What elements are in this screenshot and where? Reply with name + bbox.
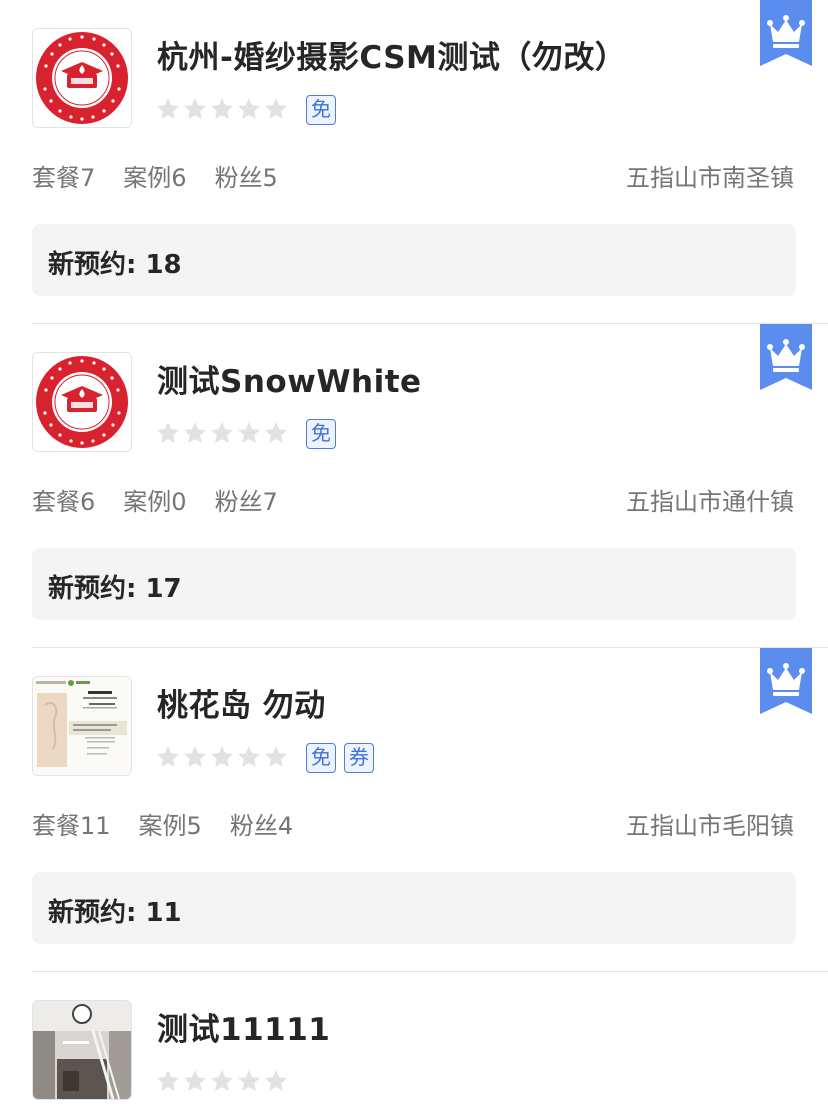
new-booking-box[interactable]: 新预约: 11 [32,872,796,944]
rating-stars [155,420,289,448]
tag-free: 免 [306,743,336,773]
store-location: 五指山市南圣镇 [626,164,794,192]
tag-free: 免 [306,95,336,125]
new-booking-box[interactable]: 新预约: 17 [32,548,796,620]
stat-cases: 案例0 [123,488,187,516]
tag-coupon: 券 [344,743,374,773]
crown-icon [760,648,812,714]
star-icon [157,422,179,443]
rhino-college-logo-icon [36,32,128,124]
store-stats: 套餐7 案例6 粉丝5 [32,158,278,193]
new-booking-count: 新预约: 17 [48,574,182,604]
stat-package: 套餐11 [32,812,111,840]
star-icon [157,98,179,119]
new-booking-count: 新预约: 11 [48,898,182,928]
star-icon [265,1070,287,1091]
rating-stars [155,96,289,124]
star-icon [238,422,260,443]
tag-group: 免 [306,95,336,125]
store-logo [32,352,132,452]
store-card[interactable]: 桃花岛 勿动 免 券 套餐11 案例5 粉丝4 五指山市毛阳镇 新预约: 11 [0,648,828,972]
store-stats: 套餐11 案例5 粉丝4 [32,806,293,841]
star-icon [184,746,206,767]
star-icon [211,422,233,443]
store-name[interactable]: 测试11111 [157,1004,330,1049]
new-booking-count: 新预约: 18 [48,250,182,280]
crown-icon [760,324,812,390]
crown-icon [760,0,812,66]
rating-stars [155,744,289,772]
store-location: 五指山市通什镇 [626,488,794,516]
tag-free: 免 [306,419,336,449]
store-name[interactable]: 测试SnowWhite [157,356,422,401]
new-booking-box[interactable]: 新预约: 18 [32,224,796,296]
store-card[interactable]: 测试SnowWhite 免 套餐6 案例0 粉丝7 五指山市通什镇 新预约: 1… [0,324,828,648]
star-icon [211,746,233,767]
star-icon [238,98,260,119]
stat-cases: 案例5 [138,812,202,840]
store-name[interactable]: 杭州-婚纱摄影CSM测试（勿改） [157,32,626,77]
tag-group: 免 券 [306,743,374,773]
stat-fans: 粉丝7 [214,488,278,516]
store-location: 五指山市毛阳镇 [626,812,794,840]
wedding-service-card-logo-icon [33,677,131,775]
star-icon [265,422,287,443]
store-logo [32,676,132,776]
stat-cases: 案例6 [123,164,187,192]
star-icon [238,1070,260,1091]
store-logo [32,1000,132,1100]
store-name[interactable]: 桃花岛 勿动 [157,680,326,725]
store-logo [32,28,132,128]
store-card[interactable]: 杭州-婚纱摄影CSM测试（勿改） 免 套餐7 案例6 粉丝5 五指山市南圣镇 新… [0,0,828,324]
stat-package: 套餐7 [32,164,96,192]
stat-fans: 粉丝4 [229,812,294,840]
star-icon [184,422,206,443]
star-icon [184,98,206,119]
star-icon [265,98,287,119]
star-icon [157,746,179,767]
star-icon [265,746,287,767]
interior-photo-logo-icon [33,1001,131,1099]
star-icon [211,1070,233,1091]
rating-stars [155,1068,289,1096]
store-stats: 套餐6 案例0 粉丝7 [32,482,278,517]
tag-group: 免 [306,419,336,449]
star-icon [238,746,260,767]
star-icon [211,98,233,119]
star-icon [184,1070,206,1091]
rhino-college-logo-icon [36,356,128,448]
stat-fans: 粉丝5 [214,164,278,192]
store-card[interactable]: 测试11111 [0,972,828,1104]
star-icon [157,1070,179,1091]
stat-package: 套餐6 [32,488,96,516]
